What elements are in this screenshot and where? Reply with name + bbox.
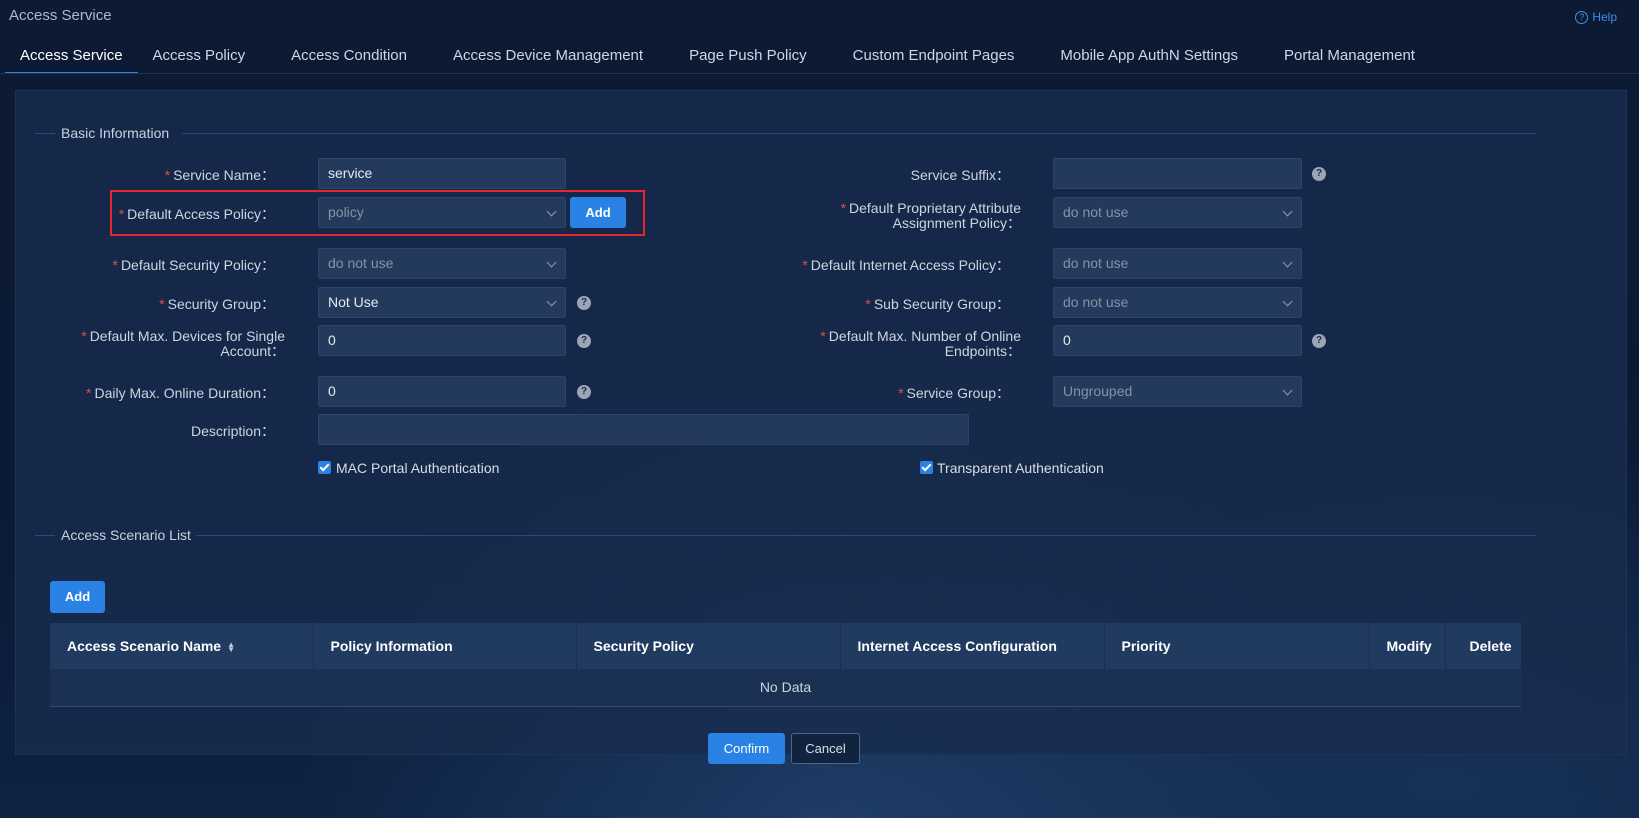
chevron-down-icon — [1282, 206, 1293, 217]
description-label: Description： — [190, 423, 275, 439]
service-name-input[interactable]: service — [318, 158, 566, 189]
tab-portal-management[interactable]: Portal Management — [1284, 38, 1415, 74]
section-divider — [35, 133, 55, 134]
security-group-select[interactable]: Not Use — [318, 287, 566, 318]
section-divider — [35, 535, 55, 536]
proprietary-policy-select[interactable]: do not use — [1053, 197, 1302, 228]
transparent-auth-checkbox[interactable] — [920, 461, 933, 474]
tab-mobile-app-authn-settings[interactable]: Mobile App AuthN Settings — [1060, 38, 1238, 74]
sub-security-group-label: * Sub Security Group： — [865, 296, 1010, 312]
column-header-priority: Priority — [1104, 623, 1370, 669]
question-icon[interactable]: ? — [577, 334, 591, 348]
basic-info-title: Basic Information — [61, 125, 170, 141]
column-header-security-policy: Security Policy — [576, 623, 841, 669]
column-header-internet-access-configuration: Internet Access Configuration — [840, 623, 1105, 669]
sort-icon[interactable]: ▲ ▼ — [227, 641, 235, 654]
mac-portal-auth-checkbox[interactable] — [318, 461, 331, 474]
chevron-down-icon — [546, 296, 557, 307]
table-header-row: Access Scenario Name ▲ ▼ Policy Informatio… — [50, 623, 1521, 669]
default-access-policy-select[interactable]: policy — [318, 197, 566, 228]
column-header-delete: Delete — [1445, 623, 1521, 669]
scenario-list-title: Access Scenario List — [61, 527, 191, 543]
daily-max-online-input[interactable]: 0 — [318, 376, 566, 407]
confirm-button[interactable]: Confirm — [708, 733, 785, 764]
service-group-select[interactable]: Ungrouped — [1053, 376, 1302, 407]
help-icon: ? — [1575, 10, 1589, 24]
max-online-endpoints-input[interactable]: 0 — [1053, 325, 1302, 356]
chevron-down-icon — [546, 257, 557, 268]
question-icon[interactable]: ? — [577, 385, 591, 399]
service-suffix-label: Service Suffix： — [910, 167, 1010, 183]
cancel-button[interactable]: Cancel — [791, 733, 860, 764]
chevron-down-icon — [1282, 257, 1293, 268]
internet-access-policy-select[interactable]: do not use — [1053, 248, 1302, 279]
daily-max-online-label: * Daily Max. Online Duration： — [86, 385, 275, 401]
tab-divider — [0, 73, 1639, 74]
chevron-down-icon — [1282, 385, 1293, 396]
section-divider — [196, 535, 1536, 536]
internet-access-policy-label: * Default Internet Access Policy： — [802, 257, 1010, 273]
page-title: Access Service — [9, 7, 112, 24]
top-bar: Access Service ? Help — [0, 0, 1639, 38]
tab-access-device-management[interactable]: Access Device Management — [453, 38, 643, 74]
service-name-label: * Service Name： — [164, 167, 275, 183]
max-online-endpoints-label: * Default Max. Number of Online Endpoints： — [820, 328, 1021, 359]
default-access-policy-label: * Default Access Policy： — [118, 206, 275, 222]
table-row: No Data — [50, 669, 1521, 707]
tab-access-policy[interactable]: Access Policy — [153, 38, 246, 74]
service-suffix-input[interactable] — [1053, 158, 1302, 189]
chevron-down-icon — [1282, 296, 1293, 307]
security-group-label: * Security Group： — [159, 296, 275, 312]
tab-access-condition[interactable]: Access Condition — [291, 38, 407, 74]
add-scenario-button[interactable]: Add — [50, 581, 105, 613]
max-devices-input[interactable]: 0 — [318, 325, 566, 356]
section-divider — [182, 133, 1536, 134]
tab-page-push-policy[interactable]: Page Push Policy — [689, 38, 807, 74]
tab-custom-endpoint-pages[interactable]: Custom Endpoint Pages — [853, 38, 1015, 74]
description-input[interactable] — [318, 414, 969, 445]
help-link[interactable]: ? Help — [1575, 10, 1617, 24]
tab-access-service[interactable]: Access Service — [5, 38, 138, 74]
max-devices-label: * Default Max. Devices for Single Account： — [81, 328, 285, 359]
question-icon[interactable]: ? — [577, 296, 591, 310]
column-header-policy-information: Policy Information — [313, 623, 577, 669]
tab-bar: Access Service Access Policy Access Cond… — [5, 38, 1415, 74]
default-security-policy-select[interactable]: do not use — [318, 248, 566, 279]
question-icon[interactable]: ? — [1312, 167, 1326, 181]
add-access-policy-button[interactable]: Add — [570, 197, 626, 228]
scenario-table: Access Scenario Name ▲ ▼ Policy Informatio… — [50, 623, 1521, 707]
column-header-scenario-name[interactable]: Access Scenario Name ▲ ▼ — [50, 623, 314, 669]
proprietary-policy-label: * Default Proprietary Attribute Assignment… — [840, 200, 1021, 231]
default-security-policy-label: * Default Security Policy： — [112, 257, 275, 273]
transparent-auth-label: Transparent Authentication — [937, 460, 1104, 476]
service-group-label: * Service Group： — [898, 385, 1010, 401]
help-label: Help — [1592, 10, 1617, 24]
empty-state-text: No Data — [50, 669, 1521, 707]
column-header-modify: Modify — [1369, 623, 1446, 669]
sub-security-group-select[interactable]: do not use — [1053, 287, 1302, 318]
question-icon[interactable]: ? — [1312, 334, 1326, 348]
chevron-down-icon — [546, 206, 557, 217]
mac-portal-auth-label: MAC Portal Authentication — [336, 460, 500, 476]
